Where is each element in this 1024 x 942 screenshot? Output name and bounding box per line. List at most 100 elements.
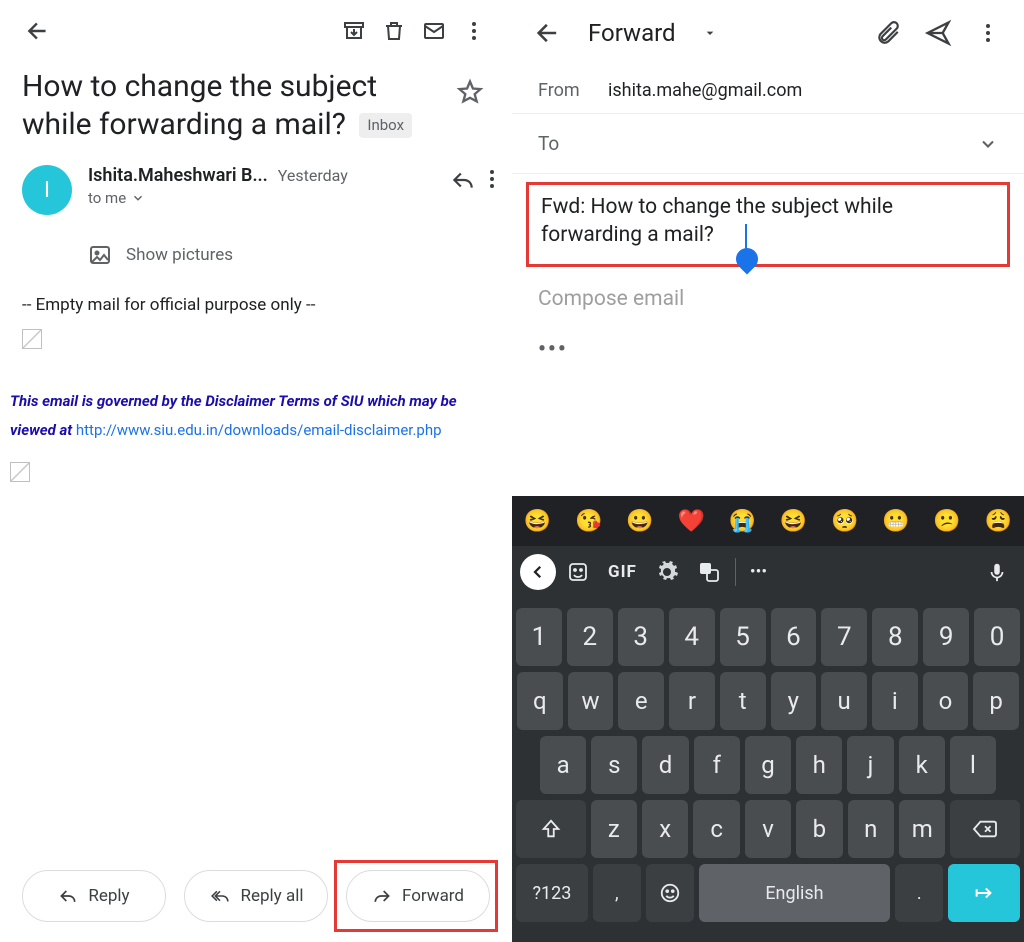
sender-row[interactable]: I Ishita.Maheshwari B... Yesterday to me xyxy=(0,143,512,215)
sticker-icon[interactable] xyxy=(558,552,598,592)
key[interactable]: 3 xyxy=(618,608,664,666)
emoji-key[interactable]: 😬 xyxy=(882,509,909,534)
key[interactable]: 8 xyxy=(872,608,918,666)
period-key[interactable]: . xyxy=(895,864,943,922)
settings-icon[interactable] xyxy=(647,552,687,592)
emoji-key[interactable]: 😭 xyxy=(729,509,756,534)
emoji-key[interactable]: 😕 xyxy=(933,509,960,534)
key[interactable]: z xyxy=(591,800,637,858)
sender-name: Ishita.Maheshwari B... xyxy=(88,165,268,186)
email-subject: How to change the subject while forwardi… xyxy=(22,68,450,143)
disclaimer-text: This email is governed by the Disclaimer… xyxy=(10,387,490,444)
message-more-icon[interactable] xyxy=(480,167,504,193)
key[interactable]: t xyxy=(720,672,766,730)
email-body-line: -- Empty mail for official purpose only … xyxy=(22,295,490,315)
reply-button[interactable]: Reply xyxy=(22,870,166,922)
emoji-key[interactable] xyxy=(646,864,694,922)
key[interactable]: p xyxy=(973,672,1019,730)
mark-unread-icon[interactable] xyxy=(414,11,454,51)
key[interactable]: a xyxy=(540,736,586,794)
emoji-key[interactable]: ❤️ xyxy=(677,509,704,534)
emoji-key[interactable]: 😀 xyxy=(626,509,653,534)
key[interactable]: 9 xyxy=(923,608,969,666)
key[interactable]: i xyxy=(872,672,918,730)
key[interactable]: r xyxy=(669,672,715,730)
quoted-text-toggle[interactable]: ••• xyxy=(512,331,1024,382)
backspace-key[interactable] xyxy=(950,800,1020,858)
keyboard-collapse-icon[interactable] xyxy=(520,554,556,590)
key[interactable]: e xyxy=(618,672,664,730)
to-field[interactable]: To xyxy=(512,114,1024,174)
compose-title: Forward xyxy=(588,19,676,47)
forward-button[interactable]: Forward xyxy=(346,870,490,922)
emoji-key[interactable]: 😩 xyxy=(985,509,1012,534)
comma-key[interactable]: , xyxy=(593,864,641,922)
archive-icon[interactable] xyxy=(334,11,374,51)
disclaimer-link[interactable]: http://www.siu.edu.in/downloads/email-di… xyxy=(76,421,442,439)
key[interactable]: v xyxy=(745,800,791,858)
key[interactable]: k xyxy=(899,736,945,794)
key[interactable]: 5 xyxy=(720,608,766,666)
chevron-down-icon[interactable] xyxy=(978,134,998,154)
key[interactable]: q xyxy=(517,672,563,730)
key[interactable]: b xyxy=(796,800,842,858)
gif-button[interactable]: GIF xyxy=(600,552,645,592)
emoji-key[interactable]: 😆 xyxy=(524,509,551,534)
key[interactable]: 6 xyxy=(771,608,817,666)
text-cursor xyxy=(745,224,747,250)
key[interactable]: 4 xyxy=(669,608,715,666)
more-icon[interactable] xyxy=(454,11,494,51)
reply-icon xyxy=(58,886,78,906)
send-icon[interactable] xyxy=(916,11,960,55)
recipient-summary[interactable]: to me xyxy=(88,189,450,207)
svg-text:G: G xyxy=(703,565,708,573)
subject-field[interactable]: Fwd: How to change the subject while for… xyxy=(526,182,1010,267)
key[interactable]: j xyxy=(847,736,893,794)
caret-down-icon xyxy=(702,25,718,41)
key[interactable]: n xyxy=(848,800,894,858)
compose-more-icon[interactable] xyxy=(966,11,1010,55)
emoji-key[interactable]: 😆 xyxy=(780,509,807,534)
key[interactable]: f xyxy=(694,736,740,794)
key-row-bottom: ?123 , English . xyxy=(516,864,1020,922)
key[interactable]: u xyxy=(821,672,867,730)
back-icon[interactable] xyxy=(526,11,570,55)
more-keyboard-icon[interactable]: ••• xyxy=(742,552,775,592)
compose-body[interactable]: Compose email xyxy=(512,267,1024,331)
from-field[interactable]: From ishita.mahe@gmail.com xyxy=(512,66,1024,114)
key[interactable]: d xyxy=(642,736,688,794)
key[interactable]: 7 xyxy=(821,608,867,666)
show-pictures-button[interactable]: Show pictures xyxy=(88,243,512,267)
reply-all-icon xyxy=(209,886,231,906)
translate-icon[interactable]: G xyxy=(689,552,729,592)
key[interactable]: 1 xyxy=(516,608,562,666)
key[interactable]: l xyxy=(950,736,996,794)
back-icon[interactable] xyxy=(18,11,58,51)
avatar[interactable]: I xyxy=(22,165,72,215)
star-icon[interactable] xyxy=(450,68,490,106)
key[interactable]: o xyxy=(923,672,969,730)
key[interactable]: s xyxy=(591,736,637,794)
key[interactable]: w xyxy=(568,672,614,730)
delete-icon[interactable] xyxy=(374,11,414,51)
key[interactable]: y xyxy=(771,672,817,730)
key[interactable]: c xyxy=(693,800,739,858)
reply-all-button[interactable]: Reply all xyxy=(184,870,328,922)
key[interactable]: h xyxy=(796,736,842,794)
key[interactable]: x xyxy=(642,800,688,858)
key[interactable]: m xyxy=(899,800,945,858)
key[interactable]: 0 xyxy=(974,608,1020,666)
key[interactable]: g xyxy=(745,736,791,794)
spacebar-key[interactable]: English xyxy=(699,864,891,922)
emoji-key[interactable]: 😘 xyxy=(575,509,602,534)
enter-key[interactable] xyxy=(948,864,1020,922)
mic-icon[interactable] xyxy=(978,552,1016,592)
reply-icon[interactable] xyxy=(450,167,476,193)
attach-icon[interactable] xyxy=(866,11,910,55)
inbox-chip[interactable]: Inbox xyxy=(359,113,412,138)
numlock-key[interactable]: ?123 xyxy=(516,864,588,922)
emoji-key[interactable]: 🥺 xyxy=(831,509,858,534)
shift-key[interactable] xyxy=(516,800,586,858)
compose-type-dropdown[interactable] xyxy=(702,25,718,41)
key[interactable]: 2 xyxy=(567,608,613,666)
